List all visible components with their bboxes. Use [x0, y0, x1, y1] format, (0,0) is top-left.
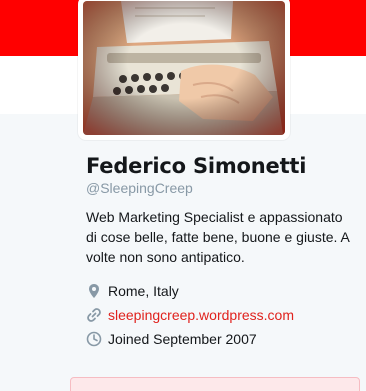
location-text: Rome, Italy: [108, 283, 179, 299]
profile-bio: Web Marketing Specialist e appassionato …: [86, 209, 350, 265]
profile-page: Federico Simonetti @SleepingCreep Web Ma…: [0, 0, 366, 391]
joined-row: Joined September 2007: [86, 327, 362, 351]
map-pin-icon: [86, 283, 102, 299]
avatar[interactable]: [78, 0, 290, 140]
profile-meta: Rome, Italy sleepingcreep.wordpress.com …: [86, 279, 362, 351]
avatar-photo: [83, 1, 285, 135]
profile-handle[interactable]: @SleepingCreep: [86, 179, 362, 197]
website-link[interactable]: sleepingcreep.wordpress.com: [108, 307, 294, 323]
joined-text: Joined September 2007: [108, 331, 257, 347]
profile-card: Federico Simonetti @SleepingCreep Web Ma…: [86, 153, 362, 351]
clock-icon: [86, 331, 102, 347]
profile-name[interactable]: Federico Simonetti: [86, 153, 362, 179]
notice-box[interactable]: [70, 377, 360, 391]
location-row: Rome, Italy: [86, 279, 362, 303]
link-icon: [86, 307, 102, 323]
website-row: sleepingcreep.wordpress.com: [86, 303, 362, 327]
